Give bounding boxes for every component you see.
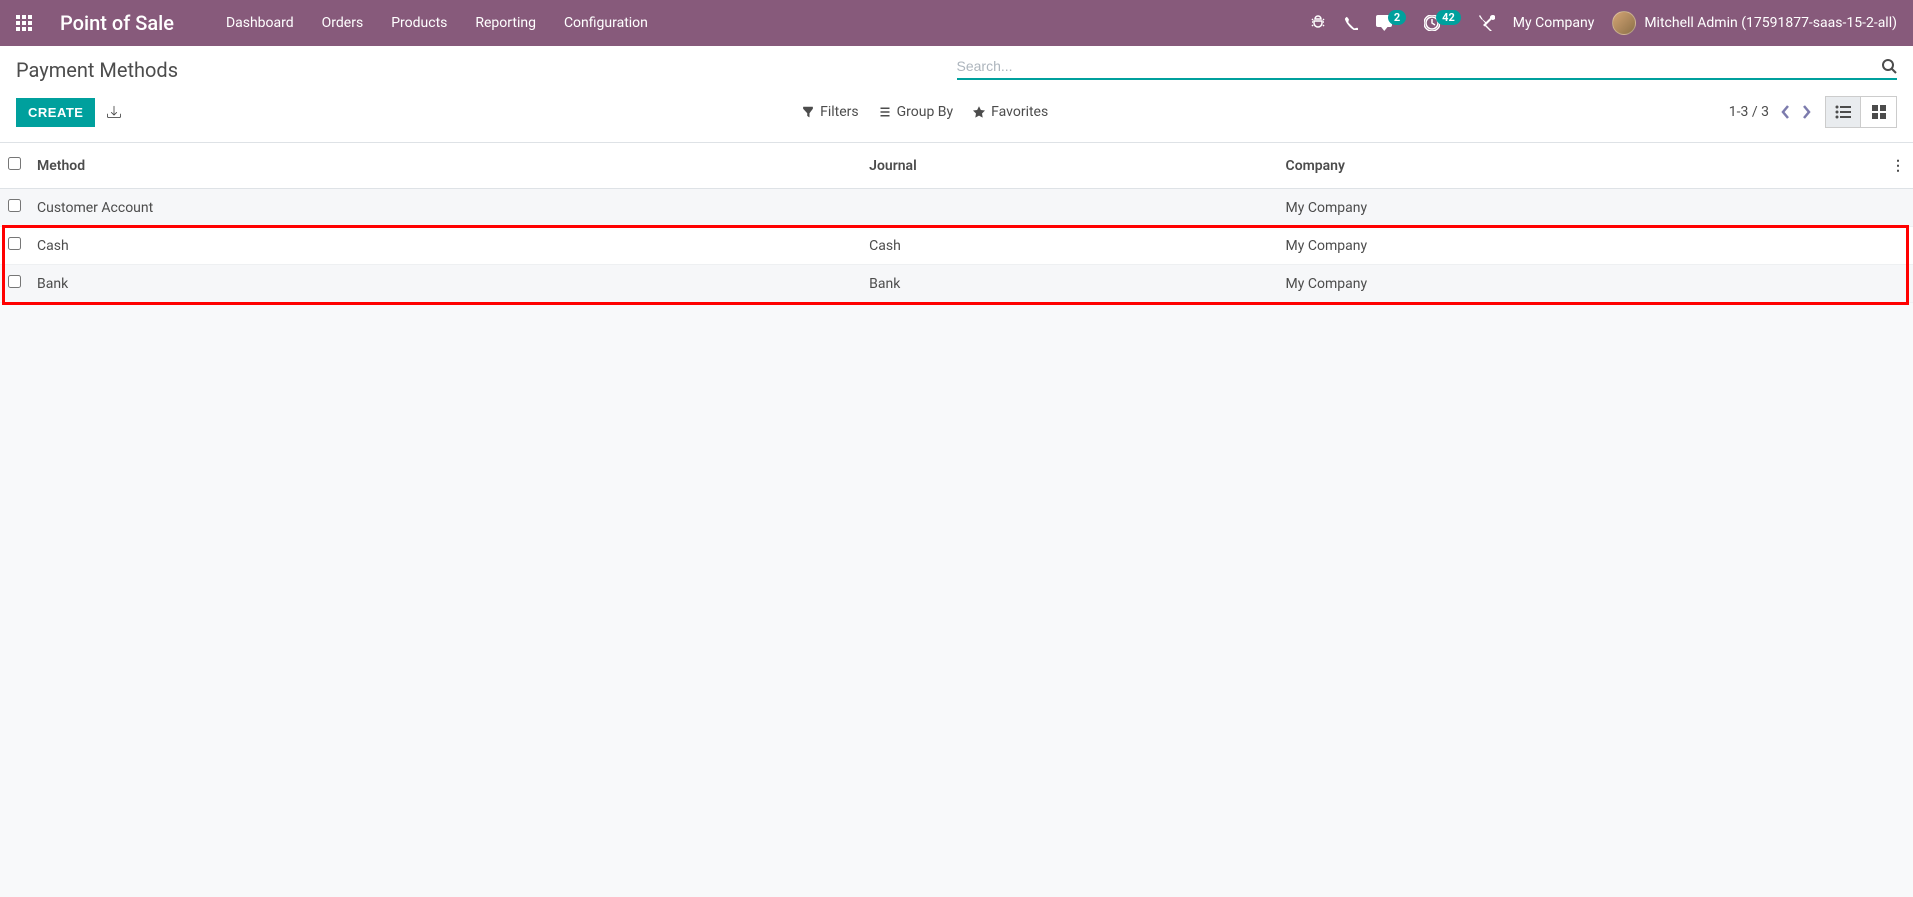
nav-configuration[interactable]: Configuration (564, 15, 648, 31)
favorites-label: Favorites (991, 104, 1048, 120)
navbar: Point of Sale Dashboard Orders Products … (0, 0, 1913, 46)
create-button[interactable]: CREATE (16, 98, 95, 127)
row-checkbox[interactable] (8, 237, 21, 250)
star-icon (973, 106, 985, 118)
page-title: Payment Methods (16, 58, 178, 82)
messages-icon[interactable]: 2 (1376, 15, 1406, 31)
kanban-view-button[interactable] (1861, 96, 1897, 128)
cell-method: Bank (29, 265, 861, 303)
pager-next-icon[interactable] (1801, 105, 1811, 119)
pager-prev-icon[interactable] (1781, 105, 1791, 119)
table-row[interactable]: Customer Account My Company (0, 189, 1913, 227)
nav-dashboard[interactable]: Dashboard (226, 15, 294, 31)
nav-reporting[interactable]: Reporting (475, 15, 536, 31)
user-name: Mitchell Admin (17591877-saas-15-2-all) (1644, 15, 1897, 31)
control-panel: Payment Methods CREATE Filters Group By (0, 46, 1913, 143)
list-icon (1835, 105, 1851, 119)
filters-label: Filters (820, 104, 859, 120)
payment-methods-table: Method Journal Company ⋮ Customer Accoun… (0, 143, 1913, 303)
apps-icon[interactable] (16, 15, 32, 31)
activities-badge: 42 (1436, 10, 1461, 25)
navbar-right: 2 42 My Company Mitchell Admin (17591877… (1310, 11, 1897, 35)
pager-text: 1-3 / 3 (1729, 104, 1769, 120)
groupby-button[interactable]: Group By (879, 104, 954, 120)
cell-journal (861, 189, 1277, 227)
kanban-icon (1872, 105, 1886, 119)
nav-products[interactable]: Products (391, 15, 447, 31)
cell-journal: Cash (861, 227, 1277, 265)
nav-menu: Dashboard Orders Products Reporting Conf… (226, 15, 648, 31)
company-selector[interactable]: My Company (1513, 15, 1595, 31)
header-method[interactable]: Method (29, 143, 861, 189)
table-row[interactable]: Bank Bank My Company (0, 265, 1913, 303)
table-row[interactable]: Cash Cash My Company (0, 227, 1913, 265)
messages-badge: 2 (1388, 10, 1406, 25)
filter-icon (802, 106, 814, 118)
groupby-label: Group By (897, 104, 954, 120)
avatar (1612, 11, 1636, 35)
row-checkbox[interactable] (8, 199, 21, 212)
cell-company: My Company (1278, 265, 1883, 303)
column-menu-icon[interactable]: ⋮ (1891, 158, 1905, 174)
header-journal[interactable]: Journal (861, 143, 1277, 189)
groupby-icon (879, 106, 891, 118)
view-switcher (1825, 96, 1897, 128)
filters-button[interactable]: Filters (802, 104, 859, 120)
cell-journal: Bank (861, 265, 1277, 303)
cell-method: Customer Account (29, 189, 861, 227)
tools-icon[interactable] (1479, 15, 1495, 31)
row-checkbox[interactable] (8, 275, 21, 288)
user-menu[interactable]: Mitchell Admin (17591877-saas-15-2-all) (1612, 11, 1897, 35)
header-company[interactable]: Company (1278, 143, 1883, 189)
import-icon[interactable] (107, 105, 121, 119)
cell-method: Cash (29, 227, 861, 265)
bug-icon[interactable] (1310, 15, 1326, 31)
cell-company: My Company (1278, 189, 1883, 227)
navbar-left: Point of Sale Dashboard Orders Products … (16, 11, 648, 35)
list-view: Method Journal Company ⋮ Customer Accoun… (0, 143, 1913, 303)
pager: 1-3 / 3 (1729, 104, 1811, 120)
list-view-button[interactable] (1825, 96, 1861, 128)
search-input[interactable] (957, 58, 1882, 74)
phone-icon[interactable] (1344, 16, 1358, 30)
search-icon[interactable] (1881, 58, 1897, 74)
nav-orders[interactable]: Orders (322, 15, 364, 31)
app-brand[interactable]: Point of Sale (60, 11, 174, 35)
activities-icon[interactable]: 42 (1424, 15, 1461, 31)
cell-company: My Company (1278, 227, 1883, 265)
select-all-checkbox[interactable] (8, 157, 21, 170)
favorites-button[interactable]: Favorites (973, 104, 1048, 120)
search-area (957, 58, 1898, 80)
